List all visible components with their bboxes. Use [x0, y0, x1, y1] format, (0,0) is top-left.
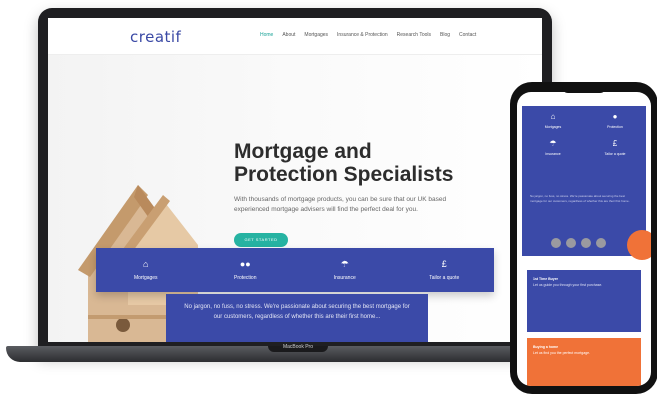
pound-icon: £ — [612, 139, 618, 148]
nav-blog[interactable]: Blog — [440, 32, 450, 38]
services-bar: ⌂ Mortgages ●● Protection ☂ Insurance £ … — [96, 248, 494, 292]
card-text: Let us guide you through your first purc… — [533, 283, 603, 287]
phone-service-quote[interactable]: £ Tailor a quote — [584, 139, 646, 156]
phone-card-buying-home[interactable]: Buying a home Let us find you the perfec… — [527, 338, 641, 386]
laptop-model-label: MacBook Pro — [282, 344, 313, 350]
about-panel: No jargon, no fuss, no stress. We're pas… — [166, 294, 428, 342]
umbrella-icon: ☂ — [549, 139, 557, 148]
social-icon[interactable] — [596, 238, 606, 248]
phone-blurb: No jargon, no fuss, no stress. We're pas… — [530, 194, 630, 203]
nav-home[interactable]: Home — [260, 32, 273, 38]
nav-insurance[interactable]: Insurance & Protection — [337, 32, 388, 38]
service-quote[interactable]: £ Tailor a quote — [404, 259, 484, 281]
social-icon[interactable] — [581, 238, 591, 248]
card-text: Let us find you the perfect mortgage. — [533, 351, 591, 355]
umbrella-icon: ☂ — [340, 259, 349, 269]
nav-contact[interactable]: Contact — [459, 32, 476, 38]
decorative-circle — [627, 230, 651, 260]
phone-card-first-time-buyer[interactable]: 1st Time Buyer Let us guide you through … — [527, 270, 641, 332]
phone-service-protection[interactable]: ● Protection — [584, 112, 646, 129]
phone-services-grid: ⌂ Mortgages ● Protection ☂ Insurance £ T… — [522, 112, 646, 156]
phone-notch — [562, 86, 606, 93]
hero-title: Mortgage and Protection Specialists — [234, 140, 454, 186]
laptop-screen: creatif Home About Mortgages Insurance &… — [48, 18, 542, 342]
hero-subtitle: With thousands of mortgage products, you… — [234, 196, 447, 213]
social-icon[interactable] — [566, 238, 576, 248]
site-logo[interactable]: creatif — [130, 28, 181, 46]
pound-icon: £ — [441, 259, 447, 269]
service-insurance[interactable]: ☂ Insurance — [305, 259, 385, 281]
people-icon: ●● — [239, 259, 251, 269]
phone-service-insurance[interactable]: ☂ Insurance — [522, 139, 584, 156]
house-icon: ⌂ — [143, 259, 149, 269]
nav-mortgages[interactable]: Mortgages — [304, 32, 328, 38]
get-started-button[interactable]: GET STARTED — [234, 233, 288, 247]
nav-research-tools[interactable]: Research Tools — [397, 32, 431, 38]
phone-social-icons — [551, 238, 606, 248]
service-protection[interactable]: ●● Protection — [205, 259, 285, 281]
phone-screen: ⌂ Mortgages ● Protection ☂ Insurance £ T… — [517, 92, 651, 386]
social-icon[interactable] — [551, 238, 561, 248]
service-mortgages[interactable]: ⌂ Mortgages — [106, 259, 186, 281]
main-nav: Home About Mortgages Insurance & Protect… — [260, 32, 476, 38]
site-header: creatif Home About Mortgages Insurance &… — [48, 18, 542, 55]
phone-services-panel: ⌂ Mortgages ● Protection ☂ Insurance £ T… — [522, 106, 646, 256]
nav-about[interactable]: About — [282, 32, 295, 38]
people-icon: ● — [612, 112, 618, 121]
phone-service-mortgages[interactable]: ⌂ Mortgages — [522, 112, 584, 129]
house-icon: ⌂ — [550, 112, 556, 121]
